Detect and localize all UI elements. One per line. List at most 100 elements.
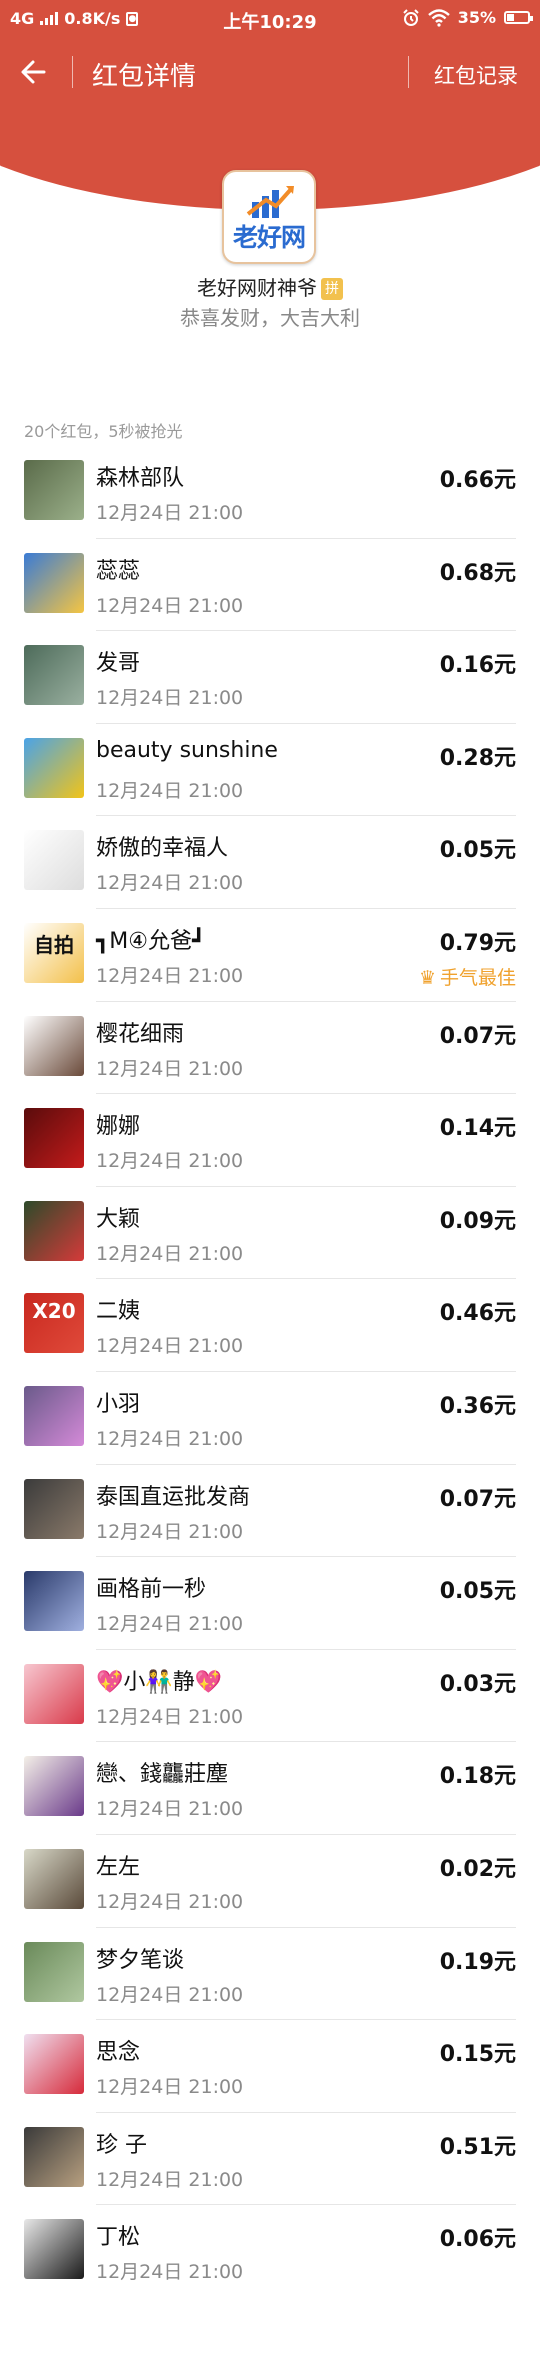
avatar[interactable]: [24, 1385, 84, 1446]
receive-time: 12月24日 21:00: [96, 1983, 244, 2006]
avatar[interactable]: 自拍: [24, 922, 84, 983]
red-packet-records-link[interactable]: 红包记录: [434, 60, 518, 90]
list-item[interactable]: 娇傲的幸福人 12月24日 21:00 0.05元: [0, 816, 540, 909]
receiver-name: 珍 子: [96, 2132, 147, 2158]
avatar[interactable]: [24, 737, 84, 798]
list-item[interactable]: 樱花细雨 12月24日 21:00 0.07元: [0, 1002, 540, 1095]
list-item[interactable]: 画格前一秒 12月24日 21:00 0.05元: [0, 1557, 540, 1650]
receive-time: 12月24日 21:00: [96, 1520, 244, 1543]
amount: 0.19元: [439, 1949, 516, 1975]
back-arrow-icon: [21, 60, 46, 84]
page-title: 红包详情: [92, 62, 197, 92]
receive-time: 12月24日 21:00: [96, 1613, 244, 1636]
avatar[interactable]: X20: [24, 1293, 84, 1354]
blessing-text: 恭喜发财，大吉大利: [180, 306, 360, 330]
amount: 0.02元: [439, 1856, 516, 1882]
amount: 0.51元: [439, 2134, 516, 2160]
receiver-name: 丁松: [96, 2225, 141, 2251]
avatar[interactable]: [24, 1848, 84, 1909]
list-item[interactable]: 戀、錢龘莊塵 12月24日 21:00 0.18元: [0, 1742, 540, 1835]
list-item[interactable]: X20 二姨 12月24日 21:00 0.46元: [0, 1279, 540, 1372]
amount: 0.06元: [439, 2227, 516, 2253]
list-item[interactable]: 💖小👫静💖 12月24日 21:00 0.03元: [0, 1650, 540, 1743]
receiver-name: 二姨: [96, 1299, 141, 1325]
list-item[interactable]: 梦夕笔谈 12月24日 21:00 0.19元: [0, 1928, 540, 2021]
receiver-name: beauty sunshine: [96, 737, 278, 763]
receive-time: 12月24日 21:00: [96, 1798, 244, 1821]
avatar[interactable]: [24, 645, 84, 706]
receiver-name: 娜娜: [96, 1114, 141, 1140]
amount: 0.07元: [439, 1486, 516, 1512]
list-item[interactable]: 丁松 12月24日 21:00 0.06元: [0, 2205, 540, 2298]
list-item[interactable]: 泰国直运批发商 12月24日 21:00 0.07元: [0, 1465, 540, 1558]
amount: 0.03元: [439, 1671, 516, 1697]
amount: 0.05元: [439, 838, 516, 864]
list-item[interactable]: 思念 12月24日 21:00 0.15元: [0, 2020, 540, 2113]
alarm-icon: [402, 8, 419, 26]
receive-time: 12月24日 21:00: [96, 1150, 244, 1173]
battery-icon: [504, 11, 533, 24]
wifi-icon: [427, 8, 450, 27]
list-item[interactable]: beauty sunshine 12月24日 21:00 0.28元: [0, 724, 540, 817]
receiver-name: 小羽: [96, 1391, 141, 1417]
avatar[interactable]: [24, 1108, 84, 1169]
avatar[interactable]: [24, 1756, 84, 1817]
receive-time: 12月24日 21:00: [96, 779, 244, 802]
receiver-name: 樱花细雨: [96, 1021, 185, 1047]
avatar[interactable]: [24, 1015, 84, 1076]
list-item[interactable]: 蕊蕊 12月24日 21:00 0.68元: [0, 539, 540, 632]
avatar[interactable]: [24, 830, 84, 891]
amount: 0.66元: [439, 468, 516, 493]
receive-time: 12月24日 21:00: [96, 1705, 244, 1728]
avatar[interactable]: [24, 552, 84, 613]
list-item[interactable]: 森林部队 12月24日 21:00 0.66元: [0, 446, 540, 539]
amount: 0.36元: [439, 1393, 516, 1419]
list-item[interactable]: 珍 子 12月24日 21:00 0.51元: [0, 2113, 540, 2206]
receive-time: 12月24日 21:00: [96, 1242, 244, 1265]
avatar[interactable]: [24, 1200, 84, 1261]
receiver-name: 💖小👫静💖: [96, 1669, 223, 1695]
avatar[interactable]: [24, 2126, 84, 2187]
receiver-name: 蕊蕊: [96, 558, 141, 584]
list-item[interactable]: 娜娜 12月24日 21:00 0.14元: [0, 1094, 540, 1187]
receiver-name: ┓M④允爸┛: [96, 928, 206, 954]
receive-time: 12月24日 21:00: [96, 1057, 244, 1080]
avatar[interactable]: [24, 1478, 84, 1539]
avatar[interactable]: [24, 1571, 84, 1632]
receive-time: 12月24日 21:00: [96, 2261, 244, 2284]
logo-text: 老好网: [232, 223, 306, 252]
amount: 0.18元: [439, 1764, 516, 1790]
amount: 0.46元: [439, 1301, 516, 1327]
avatar[interactable]: [24, 460, 84, 520]
receiver-name: 大颖: [96, 1206, 141, 1232]
amount: 0.28元: [439, 745, 516, 771]
receive-time: 12月24日 21:00: [96, 1427, 244, 1450]
nav-divider: [72, 56, 73, 88]
crown-icon: ♛: [418, 966, 436, 989]
back-button[interactable]: [16, 54, 52, 90]
receiver-name: 泰国直运批发商: [96, 1484, 251, 1510]
sender-name: 老好网财神爷: [197, 276, 317, 300]
sender-logo: 老好网: [222, 170, 316, 264]
amount: 0.16元: [439, 653, 516, 679]
receiver-name: 思念: [96, 2040, 141, 2066]
receiver-name: 戀、錢龘莊塵: [96, 1762, 229, 1788]
avatar[interactable]: [24, 2219, 84, 2280]
list-item[interactable]: 大颖 12月24日 21:00 0.09元: [0, 1187, 540, 1280]
avatar[interactable]: [24, 1663, 84, 1724]
amount: 0.14元: [439, 1116, 516, 1142]
receive-time: 12月24日 21:00: [96, 872, 244, 895]
receiver-name: 画格前一秒: [96, 1577, 207, 1603]
receive-time: 12月24日 21:00: [96, 964, 244, 987]
avatar[interactable]: [24, 2034, 84, 2095]
avatar[interactable]: [24, 1941, 84, 2002]
list-item[interactable]: 左左 12月24日 21:00 0.02元: [0, 1835, 540, 1928]
nav-divider: [408, 56, 409, 88]
list-item[interactable]: 小羽 12月24日 21:00 0.36元: [0, 1372, 540, 1465]
receive-time: 12月24日 21:00: [96, 687, 244, 710]
list-item[interactable]: 发哥 12月24日 21:00 0.16元: [0, 631, 540, 724]
list-item[interactable]: 自拍 ┓M④允爸┛ 12月24日 21:00 0.79元 ♛ 手气最佳: [0, 909, 540, 1002]
best-luck-label: 手气最佳: [439, 966, 516, 989]
receiver-name: 森林部队: [96, 466, 185, 491]
logo-bars-icon: [246, 186, 294, 218]
